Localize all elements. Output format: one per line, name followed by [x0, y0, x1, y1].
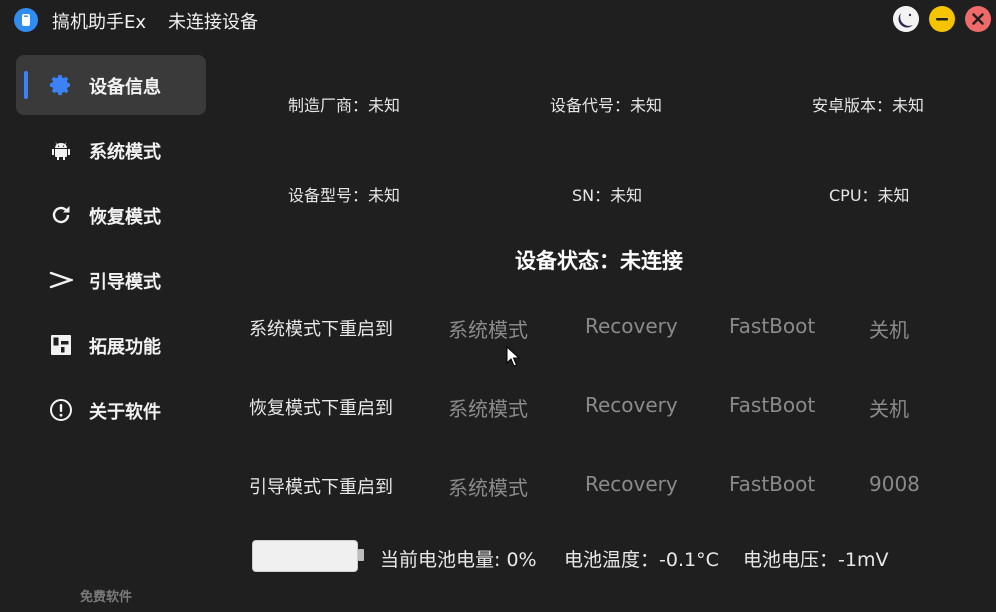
sidebar-item-about[interactable]: 关于软件	[16, 380, 206, 440]
battery-level-text: 当前电池电量: 0%	[380, 549, 537, 571]
app-title: 搞机助手Ex	[52, 12, 147, 33]
manufacturer-info: 制造厂商：未知	[288, 96, 401, 115]
reboot-row-label-bootloader: 引导模式下重启到	[249, 477, 393, 498]
codename-info: 设备代号：未知	[550, 96, 663, 115]
moon-icon	[893, 6, 919, 32]
battery-body	[252, 540, 358, 572]
reboot-recovery-to-recovery-button[interactable]: Recovery	[585, 393, 678, 417]
android-icon	[48, 137, 74, 163]
device-status: 设备状态：未连接	[515, 249, 683, 273]
gear-icon	[48, 72, 74, 98]
close-button[interactable]	[965, 6, 991, 32]
sidebar-item-label: 关于软件	[89, 402, 161, 423]
reboot-row-label-system: 系统模式下重启到	[249, 319, 393, 340]
battery-terminal	[358, 549, 364, 561]
reboot-recovery-to-fastboot-button[interactable]: FastBoot	[729, 393, 815, 417]
minimize-icon	[936, 18, 948, 21]
mouse-cursor-icon	[506, 346, 521, 367]
cpu-info: CPU：未知	[829, 186, 910, 205]
sidebar-item-label: 拓展功能	[89, 337, 161, 358]
sidebar-item-extensions[interactable]: 拓展功能	[16, 315, 206, 375]
chevron-right-icon	[48, 267, 74, 293]
reboot-system-to-system-button[interactable]: 系统模式	[448, 314, 528, 343]
connection-title: 未连接设备	[168, 12, 258, 33]
sidebar-item-label: 引导模式	[89, 272, 161, 293]
sidebar-item-system-mode[interactable]: 系统模式	[16, 120, 206, 180]
close-icon	[972, 13, 984, 25]
sn-info: SN：未知	[572, 186, 643, 205]
reboot-recovery-to-system-button[interactable]: 系统模式	[448, 393, 528, 422]
sidebar-item-recovery-mode[interactable]: 恢复模式	[16, 185, 206, 245]
reboot-bootloader-to-fastboot-button[interactable]: FastBoot	[729, 472, 815, 496]
reboot-system-to-fastboot-button[interactable]: FastBoot	[729, 314, 815, 338]
title-bar: 搞机助手Ex 未连接设备	[0, 0, 996, 40]
reboot-system-to-recovery-button[interactable]: Recovery	[585, 314, 678, 338]
recovery-power-off-button[interactable]: 关机	[869, 393, 909, 422]
app-logo-icon	[14, 8, 38, 32]
info-icon	[48, 397, 74, 423]
sidebar-item-label: 恢复模式	[89, 207, 161, 228]
battery-voltage-text: 电池电压：-1mV	[743, 549, 889, 571]
sidebar: 设备信息 系统模式 恢复模式 引导模式 拓展功能 关于软件	[0, 48, 215, 612]
extensions-icon	[48, 332, 74, 358]
sidebar-item-label: 设备信息	[89, 77, 161, 98]
model-info: 设备型号：未知	[288, 186, 401, 205]
reboot-bootloader-to-system-button[interactable]: 系统模式	[448, 472, 528, 501]
free-software-badge: 免费软件	[80, 590, 133, 605]
sidebar-item-label: 系统模式	[89, 142, 161, 163]
reboot-bootloader-to-9008-button[interactable]: 9008	[869, 472, 920, 496]
battery-indicator	[252, 540, 364, 572]
reboot-row-label-recovery: 恢复模式下重启到	[249, 398, 393, 419]
theme-toggle-button[interactable]	[893, 6, 919, 32]
sidebar-item-bootloader-mode[interactable]: 引导模式	[16, 250, 206, 310]
system-power-off-button[interactable]: 关机	[869, 314, 909, 343]
android-version-info: 安卓版本：未知	[812, 96, 925, 115]
minimize-button[interactable]	[929, 6, 955, 32]
refresh-icon	[48, 202, 74, 228]
reboot-bootloader-to-recovery-button[interactable]: Recovery	[585, 472, 678, 496]
sidebar-item-device-info[interactable]: 设备信息	[16, 55, 206, 115]
active-indicator	[24, 71, 28, 99]
battery-temperature-text: 电池温度：-0.1°C	[564, 549, 719, 571]
